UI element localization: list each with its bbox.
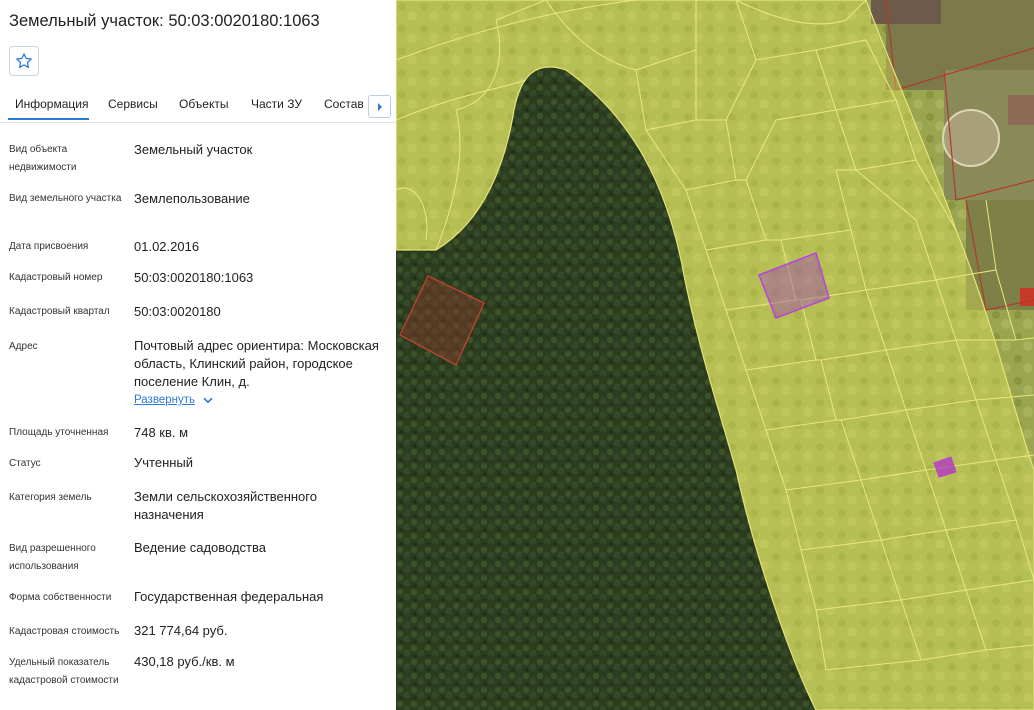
field-value: 01.02.2016 xyxy=(134,239,200,254)
field-label: Категория земель xyxy=(9,492,92,503)
tab-services[interactable]: Сервисы xyxy=(108,97,158,111)
field-value: Земельный участок xyxy=(134,142,253,157)
permitted-use-value: Ведение садоводства xyxy=(134,540,266,555)
star-icon xyxy=(16,53,32,69)
tab-information[interactable]: Информация xyxy=(15,97,88,111)
tab-bar: Информация Сервисы Объекты Части ЗУ Сост… xyxy=(0,88,396,123)
favorite-button[interactable] xyxy=(9,46,39,76)
field-label: Кадастровая стоимость xyxy=(9,626,120,637)
cadastral-cost-value: 321 774,64 руб. xyxy=(134,623,228,638)
active-tab-indicator xyxy=(8,118,89,120)
caret-right-icon xyxy=(377,102,382,111)
field-label: Кадастровый номер xyxy=(9,272,103,283)
expand-label: Развернуть xyxy=(134,394,195,406)
field-label: Адрес xyxy=(9,341,38,352)
field-label: Форма собственности xyxy=(9,592,112,603)
field-label: Дата присвоения xyxy=(9,241,89,252)
ownership-value: Государственная федеральная xyxy=(134,589,324,604)
cadastral-quarter-value: 50:03:0020180 xyxy=(134,304,221,319)
page-title: Земельный участок: 50:03:0020180:1063 xyxy=(9,12,320,30)
expand-address-link[interactable]: Развернуть xyxy=(134,394,213,406)
round-garden xyxy=(942,109,1000,167)
chevron-down-icon xyxy=(203,397,213,403)
red-roof xyxy=(1020,288,1034,306)
satellite-map[interactable] xyxy=(396,0,1034,710)
area-value: 748 кв. м xyxy=(134,425,189,440)
tab-composition[interactable]: Состав ЕЗП xyxy=(324,97,366,111)
map-view[interactable] xyxy=(396,0,1034,710)
field-label: Вид земельного участка xyxy=(9,193,122,204)
specific-cost-value: 430,18 руб./кв. м xyxy=(134,654,235,669)
cadastral-number-value: 50:03:0020180:1063 xyxy=(134,270,254,285)
field-label: Статус xyxy=(9,458,41,469)
field-label: Вид разрешенного использования xyxy=(9,543,96,572)
house-roof xyxy=(871,0,941,24)
field-label: Вид объекта недвижимости xyxy=(9,144,77,173)
info-panel: Земельный участок: 50:03:0020180:1063 Ин… xyxy=(0,0,396,710)
field-label: Кадастровый квартал xyxy=(9,306,110,317)
field-label: Площадь уточненная xyxy=(9,427,109,438)
status-value: Учтенный xyxy=(134,455,194,470)
tabs-scroll-right-button[interactable] xyxy=(368,95,391,118)
house-roof xyxy=(1008,95,1034,125)
land-category-value: Земли сельскохозяйственного назначения xyxy=(134,489,317,522)
field-label: Удельный показатель кадастровой стоимост… xyxy=(9,657,119,686)
tab-parts[interactable]: Части ЗУ xyxy=(251,97,302,111)
address-value: Почтовый адрес ориентира: Московская обл… xyxy=(134,338,379,389)
field-value: Землепользование xyxy=(134,191,250,206)
tab-objects[interactable]: Объекты xyxy=(179,97,229,111)
